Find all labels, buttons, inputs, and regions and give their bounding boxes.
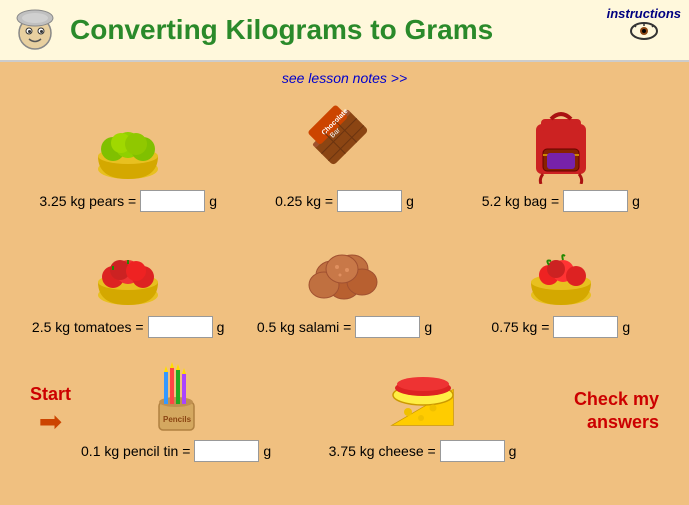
bag-icon xyxy=(521,99,601,184)
lesson-notes-link[interactable]: see lesson notes >> xyxy=(20,70,669,86)
q8-input[interactable] xyxy=(440,440,505,462)
q2-label: 0.25 kg = xyxy=(275,193,333,209)
choc-cell: Chocolate Bar 0.25 kg = g xyxy=(236,96,452,212)
tomatoes-cell: 2.5 kg tomatoes = g xyxy=(20,222,236,338)
bowl2-icon xyxy=(521,227,601,307)
q6-label: 0.75 kg = xyxy=(491,319,549,335)
main-content: see lesson notes >> 3.25 k xyxy=(0,62,689,505)
q2-unit: g xyxy=(406,193,414,209)
q3-input[interactable] xyxy=(563,190,628,212)
pears-icon xyxy=(88,101,168,181)
q5-unit: g xyxy=(424,319,432,335)
q5-row: 0.5 kg salami = g xyxy=(257,316,432,338)
q3-unit: g xyxy=(632,193,640,209)
q7-input[interactable] xyxy=(194,440,259,462)
q4-label: 2.5 kg tomatoes = xyxy=(32,319,144,335)
q2-input[interactable] xyxy=(337,190,402,212)
q5-label: 0.5 kg salami = xyxy=(257,319,352,335)
q4-row: 2.5 kg tomatoes = g xyxy=(32,316,224,338)
q8-label: 3.75 kg cheese = xyxy=(329,443,436,459)
q1-input[interactable] xyxy=(140,190,205,212)
bowl2-cell: 0.75 kg = g xyxy=(453,222,669,338)
salami-cell: 0.5 kg salami = g xyxy=(236,222,452,338)
start-label: Start xyxy=(30,384,71,405)
salami-icon xyxy=(302,227,387,307)
pencil-tin-icon: Pencils xyxy=(144,360,209,440)
q6-input[interactable] xyxy=(553,316,618,338)
q3-row: 5.2 kg bag = g xyxy=(482,190,640,212)
q4-input[interactable] xyxy=(148,316,213,338)
tomatoes-icon xyxy=(88,227,168,307)
q3-label: 5.2 kg bag = xyxy=(482,193,559,209)
eye-icon xyxy=(629,21,659,41)
check-answers-button[interactable]: Check my answers xyxy=(574,388,659,435)
q2-row: 0.25 kg = g xyxy=(275,190,414,212)
q1-label: 3.25 kg pears = xyxy=(39,193,136,209)
q7-row: 0.1 kg pencil tin = g xyxy=(81,440,271,462)
bag-cell: 5.2 kg bag = g xyxy=(453,96,669,212)
instructions-label: instructions xyxy=(607,6,681,21)
start-button[interactable]: Start ➡ xyxy=(30,384,71,438)
mascot-icon xyxy=(10,5,60,55)
q1-row: 3.25 kg pears = g xyxy=(39,190,217,212)
chocolate-bar-icon: Chocolate Bar xyxy=(293,90,396,193)
pears-cell: 3.25 kg pears = g xyxy=(20,96,236,212)
bottom-row: Start ➡ Pencils xyxy=(20,360,669,462)
q6-row: 0.75 kg = g xyxy=(491,316,630,338)
q8-unit: g xyxy=(509,443,517,459)
svg-text:Pencils: Pencils xyxy=(163,415,192,424)
q7-label: 0.1 kg pencil tin = xyxy=(81,443,190,459)
q4-unit: g xyxy=(217,319,225,335)
cheese-icon xyxy=(383,360,463,440)
instructions-button[interactable]: instructions xyxy=(607,6,681,41)
q1-unit: g xyxy=(209,193,217,209)
header: Converting Kilograms to Grams instructio… xyxy=(0,0,689,62)
q6-unit: g xyxy=(622,319,630,335)
q5-input[interactable] xyxy=(355,316,420,338)
arrow-right-icon: ➡ xyxy=(39,405,62,438)
page-title: Converting Kilograms to Grams xyxy=(70,14,679,46)
q8-row: 3.75 kg cheese = g xyxy=(329,440,517,462)
q7-unit: g xyxy=(263,443,271,459)
